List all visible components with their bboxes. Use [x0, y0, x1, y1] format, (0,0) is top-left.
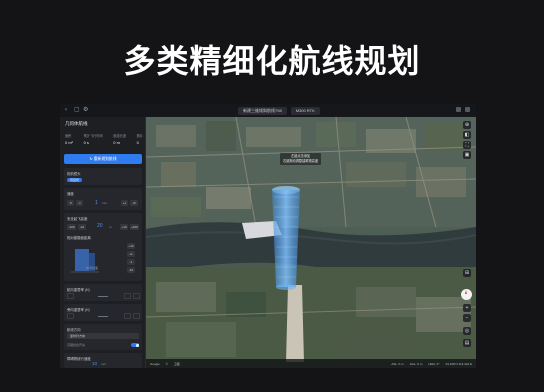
- fullscreen-icon[interactable]: ⛶: [463, 141, 471, 149]
- alt-value: 20: [97, 223, 103, 229]
- heading-plus[interactable]: [124, 293, 131, 299]
- distance-title: 相对被摄面距离: [67, 236, 91, 240]
- route-mode-section: 航线方向 逆时针方向 高程优化开关: [64, 324, 142, 350]
- maximize-icon[interactable]: [465, 107, 470, 112]
- speed-title: 速度: [67, 192, 74, 196]
- speed-minus1[interactable]: -1: [76, 200, 83, 206]
- dist-minus1[interactable]: -1: [127, 259, 135, 265]
- alt-minus100[interactable]: -100: [67, 224, 76, 230]
- stat-photos: 照片 0: [136, 134, 143, 145]
- speed-plus5[interactable]: +5: [130, 200, 138, 206]
- tooltip-line2: 右键拖动调整建筑物高度: [283, 159, 319, 163]
- map-tooltip: 左键点击添加 右键拖动调整建筑物高度: [280, 153, 322, 165]
- slide: 多类精细化航线规划 ‹ ▢ ⚙ 新建三维倾斜航线798 M300 RTK 几何体…: [0, 0, 544, 392]
- toggle-label: 高程优化开关: [67, 343, 86, 347]
- heading-value-dash: [98, 296, 108, 297]
- alt-unit: m: [109, 225, 112, 229]
- file-name[interactable]: 新建三维倾斜航线798: [238, 107, 287, 115]
- 3d-map-view[interactable]: 左键点击添加 右键拖动调整建筑物高度 ⊕ ◧ ⛶ ▣ ⊞ + − ◎ ▤ Goo…: [146, 117, 476, 368]
- top-bar: ‹ ▢ ⚙ 新建三维倾斜航线798 M300 RTK: [60, 104, 476, 117]
- speed-value: 1: [95, 200, 98, 206]
- building-diagram: [69, 243, 101, 277]
- speed-plus1[interactable]: +1: [121, 200, 128, 206]
- speed-minus5[interactable]: -5: [67, 200, 74, 206]
- coordinates-readout: 23.108 N 113.322 E: [445, 361, 472, 366]
- zoom-in-button[interactable]: +: [463, 304, 471, 312]
- dist-plus10[interactable]: +10: [127, 243, 135, 249]
- dist-minus10[interactable]: -10: [127, 267, 135, 273]
- avoid-speed-unit: m/s: [101, 362, 106, 366]
- heading-minus[interactable]: [67, 293, 74, 299]
- replan-button[interactable]: ↻ 重新规划航线: [64, 154, 142, 164]
- side-value-dash: [98, 316, 108, 317]
- topbar-center: 新建三维倾斜航线798 M300 RTK: [238, 107, 320, 115]
- camera-section: 相机镜头 可见光: [64, 168, 142, 185]
- stat-area: 面积 0 m²: [65, 134, 73, 145]
- side-plus[interactable]: [124, 313, 131, 319]
- alt-minus10[interactable]: -10: [78, 224, 86, 230]
- ground-label: 参考地面: [86, 266, 99, 270]
- stat-length: 航线长度 0 m: [113, 134, 127, 145]
- device-chip[interactable]: M300 RTK: [290, 107, 320, 115]
- altitude-section: 安全起飞高度 -100 -10 20 m +10 +100 相对被摄面距离 参考…: [64, 213, 142, 281]
- altitude-title: 安全起飞高度: [67, 217, 88, 221]
- speed-section: 速度 -5 -1 1 m/s +1 +5: [64, 188, 142, 210]
- side-plus-more[interactable]: [133, 313, 140, 319]
- window-controls: [456, 107, 470, 112]
- headline: 多类精细化航线规划: [123, 42, 421, 80]
- recenter-icon[interactable]: ◎: [463, 327, 471, 335]
- heading-overlap-section: 航向重叠率 (H): [64, 284, 142, 301]
- stat-time: 预计飞行时间 0 s: [83, 134, 103, 145]
- speed-unit: m/s: [102, 201, 107, 205]
- route-mode-title: 航线方向: [67, 328, 81, 332]
- save-icon[interactable]: ▢: [74, 107, 80, 113]
- zoom-out-button[interactable]: −: [463, 314, 471, 322]
- app-window: ‹ ▢ ⚙ 新建三维倾斜航线798 M300 RTK 几何体航线 面积 0 m² …: [60, 104, 476, 368]
- elevation-toggle[interactable]: [131, 343, 139, 347]
- satellite-label[interactable]: 卫星: [174, 362, 180, 366]
- map-brand: Google: [150, 361, 160, 366]
- heading-plus-more[interactable]: [133, 293, 140, 299]
- avoid-speed-title: 障碍物绕行速度: [67, 357, 91, 361]
- agl-readout: AGL: 0 m: [409, 361, 423, 366]
- avoid-speed-value: 10: [92, 361, 98, 366]
- side-minus[interactable]: [67, 313, 74, 319]
- layer-icon[interactable]: ◧: [463, 131, 471, 139]
- settings-icon[interactable]: ⚙: [83, 107, 89, 113]
- side-overlap-section: 旁向重叠率 (H): [64, 304, 142, 321]
- minimize-icon[interactable]: [456, 107, 461, 112]
- side-overlap-title: 旁向重叠率 (H): [67, 308, 90, 312]
- panel-title: 几何体航线: [65, 121, 88, 126]
- dist-plus1[interactable]: +1: [127, 251, 135, 257]
- camera-title: 相机镜头: [67, 172, 81, 176]
- avoid-speed-section: 障碍物绕行速度 10 m/s: [64, 353, 142, 368]
- copyright-icon: ©: [165, 361, 168, 366]
- grid-icon[interactable]: ⊞: [463, 269, 471, 277]
- route-settings-panel: 几何体航线 面积 0 m² 预计飞行时间 0 s 航线长度 0 m 照片 0 ↻ 重新规…: [60, 117, 146, 368]
- view-mode-icon[interactable]: ▣: [463, 151, 471, 159]
- locate-icon[interactable]: ⊕: [463, 121, 471, 129]
- heading-readout: HDG: 0°: [428, 361, 440, 366]
- heading-overlap-title: 航向重叠率 (H): [67, 288, 90, 292]
- alt-plus100[interactable]: +100: [130, 224, 139, 230]
- alt-plus10[interactable]: +10: [120, 224, 128, 230]
- back-icon[interactable]: ‹: [65, 107, 71, 113]
- direction-select[interactable]: 逆时针方向: [67, 333, 139, 339]
- route-stats: 面积 0 m² 预计飞行时间 0 s 航线长度 0 m 照片 0: [65, 133, 143, 145]
- compass-icon[interactable]: [461, 289, 472, 300]
- legend-icon[interactable]: ▤: [463, 339, 471, 347]
- asl-readout: ASL: 0 m: [391, 361, 404, 366]
- map-status-bar: Google © 卫星 ASL: 0 m AGL: 0 m HDG: 0° 23…: [146, 359, 476, 368]
- camera-pill[interactable]: 可见光: [67, 178, 83, 182]
